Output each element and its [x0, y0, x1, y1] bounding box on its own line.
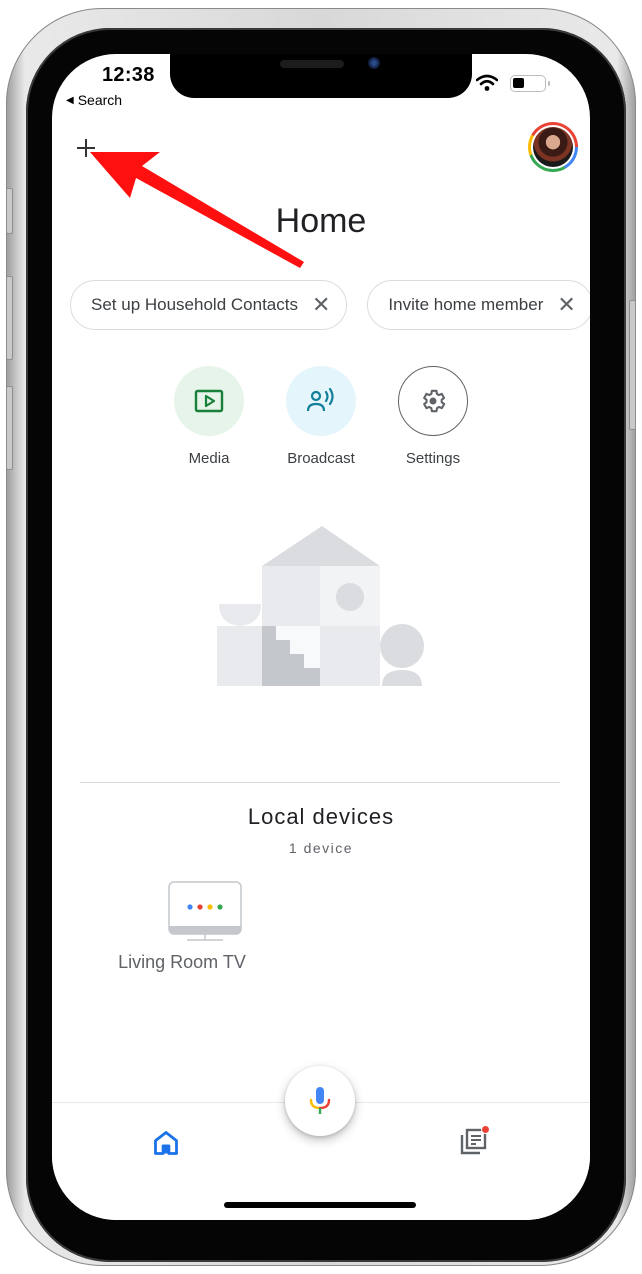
house-roof: [262, 526, 380, 566]
house-window: [336, 583, 364, 611]
tv-dot-red: [197, 904, 203, 910]
tv-icon: [168, 881, 242, 941]
page-title: Home: [275, 202, 367, 240]
device-tile-living-room-tv[interactable]: Living Room TV: [118, 880, 280, 973]
home-icon[interactable]: [152, 1129, 180, 1157]
settings-button[interactable]: Settings: [397, 366, 469, 467]
device-name: Living Room TV: [118, 952, 246, 972]
volume-down-button: [6, 386, 13, 470]
person-body: [382, 670, 422, 686]
back-label: Search: [77, 92, 123, 108]
device-count: 1 device: [288, 840, 354, 856]
tv-dot-blue: [187, 904, 193, 910]
media-label: Media: [188, 450, 230, 467]
mic-icon: [309, 1087, 331, 1114]
local-devices-title: Local devices: [247, 804, 395, 829]
gear-icon: [423, 389, 446, 413]
person-head: [380, 624, 424, 668]
section-divider: [80, 782, 560, 783]
play-screen-icon: [194, 389, 224, 413]
bowl: [219, 604, 261, 626]
close-icon[interactable]: ✕: [312, 294, 330, 316]
house-block-left: [262, 566, 320, 626]
assistant-mic-button[interactable]: [285, 1066, 355, 1136]
block-bottom-right: [320, 626, 380, 686]
tv-dot-yellow: [207, 904, 213, 910]
account-avatar[interactable]: [528, 122, 578, 172]
broadcast-label: Broadcast: [287, 450, 355, 467]
quick-actions: Media Broadcast Settings: [52, 366, 590, 467]
notch: [170, 54, 472, 98]
settings-label: Settings: [405, 450, 461, 467]
chip-invite-member[interactable]: Invite home member ✕: [367, 280, 590, 330]
broadcast-button[interactable]: Broadcast: [285, 366, 357, 467]
app-screen: 12:38 ◀ Search Home Set up Household Con…: [52, 54, 590, 1220]
add-button[interactable]: [74, 136, 98, 160]
back-to-search-link[interactable]: ◀ Search: [66, 92, 122, 108]
power-button: [629, 300, 636, 430]
block-bottom-left: [217, 626, 262, 686]
wifi-icon: [476, 74, 498, 91]
chip-label: Invite home member: [388, 295, 544, 314]
suggestion-chips: Set up Household Contacts ✕ Invite home …: [70, 280, 590, 330]
volume-up-button: [6, 276, 13, 360]
empty-home-illustration: [217, 526, 424, 686]
media-button[interactable]: Media: [173, 366, 245, 467]
chip-label: Set up Household Contacts: [91, 295, 298, 314]
feed-tab[interactable]: [458, 1125, 490, 1157]
avatar-photo: [533, 127, 573, 167]
status-time: 12:38: [102, 64, 155, 86]
broadcast-icon: [306, 388, 334, 412]
home-indicator[interactable]: [224, 1202, 416, 1208]
close-icon[interactable]: ✕: [557, 294, 575, 316]
chip-household-contacts[interactable]: Set up Household Contacts ✕: [70, 280, 348, 330]
mute-switch: [6, 188, 13, 234]
back-triangle-icon: ◀: [66, 94, 74, 106]
tv-dot-green: [217, 904, 223, 910]
battery-icon: [510, 75, 550, 92]
notification-badge: [481, 1125, 490, 1134]
